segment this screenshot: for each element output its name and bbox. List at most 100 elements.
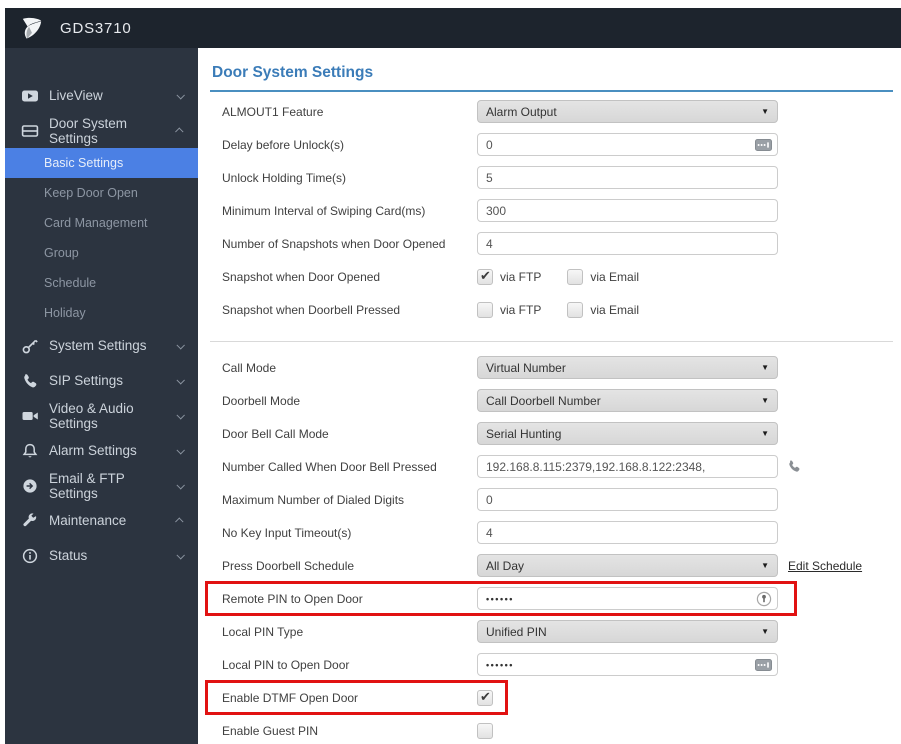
via-email-checkbox[interactable] — [567, 301, 584, 318]
select-value: Unified PIN — [486, 624, 547, 639]
field-label: ALMOUT1 Feature — [222, 104, 324, 119]
phone-icon[interactable] — [787, 459, 802, 474]
checkbox-label: via Email — [590, 269, 640, 284]
form-row-number-of-snapshots-when-door-opened: Number of Snapshots when Door Opened 4 — [210, 232, 893, 255]
chevron-down-icon — [176, 375, 185, 385]
via-ftp-checkbox[interactable] — [477, 301, 493, 318]
local-pin-type-select[interactable]: Unified PIN ▼ — [477, 620, 778, 643]
status-icon — [21, 547, 39, 565]
form-row-press-doorbell-schedule: Press Doorbell Schedule All Day ▼ Edit Sche… — [210, 554, 893, 577]
sidebar-item-system-settings[interactable]: System Settings — [5, 328, 198, 363]
minimum-interval-of-swiping-card-ms-input[interactable]: 300 — [477, 199, 778, 222]
enable-guest-pin-checkbox[interactable] — [477, 722, 493, 739]
field-label: Minimum Interval of Swiping Card(ms) — [222, 203, 426, 218]
field-control: •••••• — [477, 587, 778, 610]
input-value: 0 — [486, 492, 493, 507]
form-row-doorbell-mode: Doorbell Mode Call Doorbell Number ▼ — [210, 389, 893, 412]
sidebar-subitem-holiday[interactable]: Holiday — [5, 298, 198, 328]
liveview-icon — [21, 87, 39, 105]
field-label: Door Bell Call Mode — [222, 426, 329, 441]
sidebar-item-door-system-settings[interactable]: Door System Settings — [5, 113, 198, 148]
local-pin-to-open-door-input[interactable]: •••••• — [477, 653, 778, 676]
no-key-input-timeout-s-input[interactable]: 4 — [477, 521, 778, 544]
press-doorbell-schedule-select[interactable]: All Day ▼ — [477, 554, 778, 577]
content: Door System Settings ALMOUT1 Feature Alar… — [198, 48, 901, 744]
form-row-door-bell-call-mode: Door Bell Call Mode Serial Hunting ▼ — [210, 422, 893, 445]
page-title: Door System Settings — [210, 62, 893, 92]
field-control: Virtual Number ▼ — [477, 356, 778, 379]
form-row-no-key-input-timeout-s: No Key Input Timeout(s) 4 — [210, 521, 893, 544]
sidebar-item-label: SIP Settings — [49, 373, 124, 388]
number-of-snapshots-when-door-opened-input[interactable]: 4 — [477, 232, 778, 255]
chevron-down-icon — [176, 90, 185, 100]
email-ftp-icon — [21, 477, 39, 495]
sidebar-item-label: Video & Audio Settings — [49, 400, 134, 431]
number-called-when-door-bell-pressed-input[interactable]: 192.168.8.115:2379,192.168.8.122:2348, — [477, 455, 778, 478]
chevron-down-icon — [176, 445, 185, 455]
sidebar-item-liveview[interactable]: LiveView — [5, 78, 198, 113]
almout1-feature-select[interactable]: Alarm Output ▼ — [477, 100, 778, 123]
sidebar-item-sip-settings[interactable]: SIP Settings — [5, 363, 198, 398]
field-control: Unified PIN ▼ — [477, 620, 778, 643]
form-row-local-pin-to-open-door: Local PIN to Open Door •••••• — [210, 653, 893, 676]
video-audio-icon — [21, 407, 39, 425]
remote-pin-to-open-door-input[interactable]: •••••• — [477, 587, 778, 610]
form-row-minimum-interval-of-swiping-card-ms: Minimum Interval of Swiping Card(ms) 300 — [210, 199, 893, 222]
sidebar-subitem-schedule[interactable]: Schedule — [5, 268, 198, 298]
sidebar-subitem-group[interactable]: Group — [5, 238, 198, 268]
dropdown-caret-icon: ▼ — [761, 561, 769, 570]
via-ftp-checkbox[interactable] — [477, 268, 493, 285]
sidebar-subitem-card-management[interactable]: Card Management — [5, 208, 198, 238]
sidebar-item-maintenance[interactable]: Maintenance — [5, 503, 198, 538]
viewer-icon[interactable] — [756, 591, 772, 607]
select-value: Alarm Output — [486, 104, 557, 119]
door-bell-call-mode-select[interactable]: Serial Hunting ▼ — [477, 422, 778, 445]
keypad-icon[interactable] — [755, 138, 772, 151]
field-label: Number of Snapshots when Door Opened — [222, 236, 446, 251]
sidebar-item-label: System Settings — [49, 338, 147, 353]
field-label: Unlock Holding Time(s) — [222, 170, 347, 185]
chevron-up-icon — [175, 516, 184, 526]
field-control: 0 — [477, 133, 778, 156]
alarm-settings-icon — [21, 442, 39, 460]
sidebar-item-label: Status — [49, 548, 88, 563]
via-email-checkbox[interactable] — [567, 268, 584, 285]
field-label: Call Mode — [222, 360, 277, 375]
field-control: All Day ▼ — [477, 554, 778, 577]
enable-dtmf-open-door-checkbox[interactable] — [477, 689, 493, 706]
form-row-unlock-holding-time-s: Unlock Holding Time(s) 5 — [210, 166, 893, 189]
sidebar: LiveView Door System Settings Basic Settin… — [5, 48, 198, 744]
sidebar-subitem-keep-door-open[interactable]: Keep Door Open — [5, 178, 198, 208]
field-control: 4 — [477, 232, 778, 255]
sidebar-item-alarm-settings[interactable]: Alarm Settings — [5, 433, 198, 468]
field-control: 192.168.8.115:2379,192.168.8.122:2348, — [477, 455, 778, 478]
sidebar-item-status[interactable]: Status — [5, 538, 198, 573]
maximum-number-of-dialed-digits-input[interactable]: 0 — [477, 488, 778, 511]
sidebar-subitem-basic-settings[interactable]: Basic Settings — [5, 148, 198, 178]
form-row-call-mode: Call Mode Virtual Number ▼ — [210, 356, 893, 379]
field-control — [477, 722, 778, 739]
select-value: Serial Hunting — [486, 426, 562, 441]
field-control: 4 — [477, 521, 778, 544]
sidebar-item-video-audio-settings[interactable]: Video & Audio Settings — [5, 398, 198, 433]
doorbell-mode-select[interactable]: Call Doorbell Number ▼ — [477, 389, 778, 412]
unlock-holding-time-s-input[interactable]: 5 — [477, 166, 778, 189]
sidebar-item-email-ftp-settings[interactable]: Email & FTP Settings — [5, 468, 198, 503]
delay-before-unlock-s-input[interactable]: 0 — [477, 133, 778, 156]
field-label: Maximum Number of Dialed Digits — [222, 492, 405, 507]
section-divider — [210, 341, 893, 342]
form-row-enable-dtmf-open-door: Enable DTMF Open Door — [205, 680, 893, 715]
call-mode-select[interactable]: Virtual Number ▼ — [477, 356, 778, 379]
maintenance-icon — [21, 512, 39, 530]
form-row-local-pin-type: Local PIN Type Unified PIN ▼ — [210, 620, 893, 643]
grandstream-logo-icon — [22, 17, 42, 39]
input-value: 5 — [486, 170, 493, 185]
form-row-delay-before-unlock-s: Delay before Unlock(s) 0 — [210, 133, 893, 156]
sidebar-item-label: Email & FTP Settings — [49, 470, 125, 501]
sidebar-subitem-label: Keep Door Open — [44, 186, 138, 200]
sidebar-item-label: LiveView — [49, 88, 103, 103]
edit-schedule-link[interactable]: Edit Schedule — [788, 559, 862, 573]
sidebar-subitem-label: Basic Settings — [44, 156, 124, 170]
keypad-icon[interactable] — [755, 658, 772, 671]
dropdown-caret-icon: ▼ — [761, 363, 769, 372]
